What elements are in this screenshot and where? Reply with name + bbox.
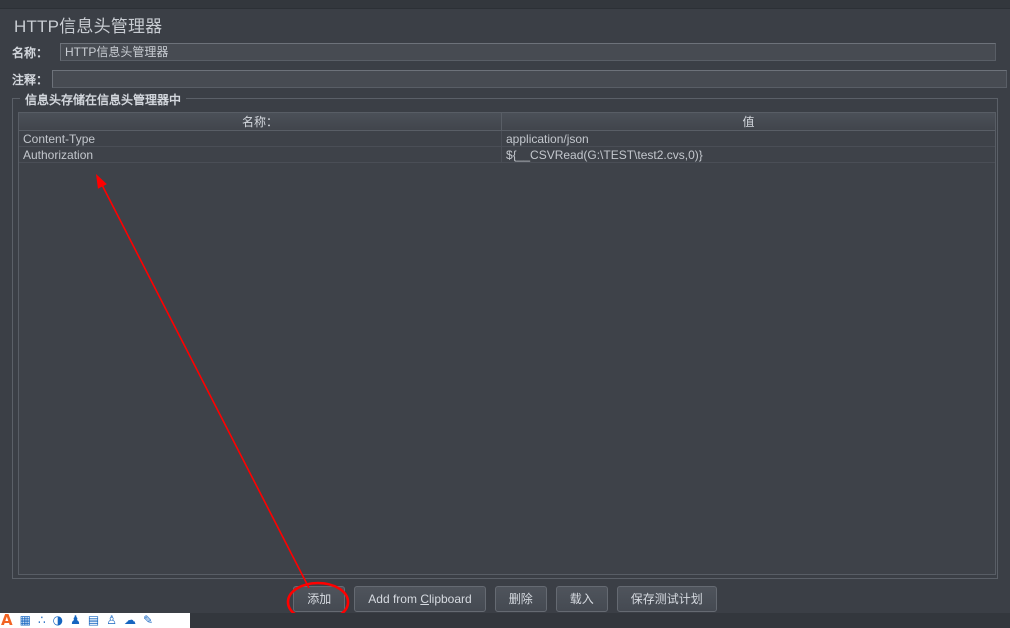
headers-group-title: 信息头存储在信息头管理器中 (20, 91, 187, 108)
table-row[interactable]: Content-Type application/json (19, 130, 995, 147)
cell-header-value[interactable]: application/json (501, 130, 995, 147)
edit-icon[interactable]: ✎ (143, 613, 153, 628)
comment-field-row: 注释： (12, 70, 1007, 88)
table-row[interactable]: Authorization ${__CSVRead(G:\TEST\test2.c… (19, 146, 995, 163)
dots-icon[interactable]: ∴ (38, 613, 46, 628)
http-header-manager-panel: HTTP信息头管理器 名称： 注释： 信息头存储在信息头管理器中 名称： 值 C… (0, 0, 1010, 628)
user-icon[interactable]: ♙ (106, 613, 117, 628)
taskbar-tray: A ▦ ∴ ◑ ♟ ▤ ♙ ☁ ✎ (0, 613, 190, 628)
person-icon[interactable]: ♟ (70, 613, 81, 628)
add-from-clipboard-post: lipboard (428, 592, 472, 606)
add-from-clipboard-pre: Add from (368, 592, 421, 606)
headers-table: 名称： 值 Content-Type application/json Author… (19, 113, 995, 163)
delete-button[interactable]: 删除 (494, 586, 547, 612)
add-button[interactable]: 添加 (293, 586, 346, 612)
page-title: HTTP信息头管理器 (14, 17, 163, 36)
cell-header-name[interactable]: Authorization (19, 146, 502, 163)
name-input[interactable] (60, 43, 996, 61)
keyboard-icon[interactable]: ▤ (88, 613, 99, 628)
load-button[interactable]: 载入 (555, 586, 608, 612)
cell-header-name[interactable]: Content-Type (19, 130, 502, 147)
column-header-value[interactable]: 值 (501, 113, 995, 131)
cell-header-value[interactable]: ${__CSVRead(G:\TEST\test2.cvs,0)} (501, 146, 995, 163)
name-field-row: 名称： (12, 43, 996, 61)
add-from-clipboard-button[interactable]: Add from Clipboard (354, 586, 486, 612)
headers-table-scroll[interactable]: 名称： 值 Content-Type application/json Author… (18, 112, 996, 575)
grid-icon[interactable]: ▦ (20, 613, 31, 628)
save-test-plan-button[interactable]: 保存测试计划 (616, 586, 717, 612)
table-header-row: 名称： 值 (19, 113, 995, 131)
clock-icon[interactable]: ◑ (53, 613, 63, 628)
add-from-clipboard-mnemonic: C (420, 592, 429, 606)
os-taskbar: A ▦ ∴ ◑ ♟ ▤ ♙ ☁ ✎ (0, 613, 1010, 628)
name-label: 名称： (12, 45, 49, 60)
taskbar-logo-icon[interactable]: A (1, 613, 13, 628)
cloud-icon[interactable]: ☁ (124, 613, 136, 628)
column-header-name[interactable]: 名称： (19, 113, 502, 131)
comment-label: 注释： (12, 72, 49, 87)
window-top-strip (0, 0, 1010, 9)
button-bar: 添加 Add from Clipboard 删除 载入 保存测试计划 (0, 586, 1010, 612)
comment-input[interactable] (52, 70, 1007, 88)
